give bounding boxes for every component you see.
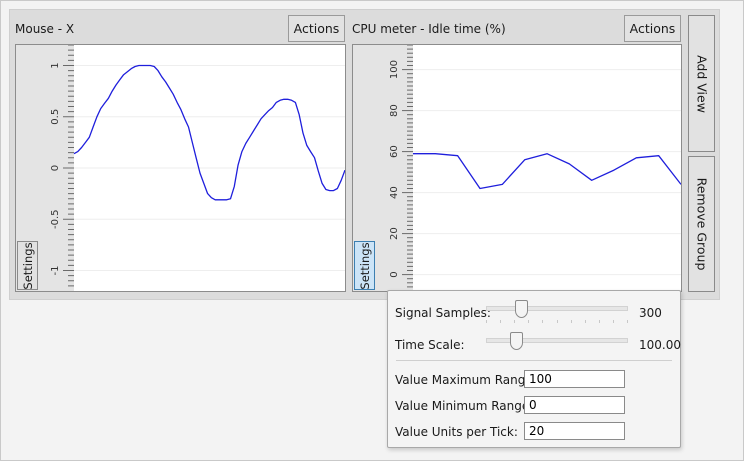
slider-thumb[interactable]: [515, 300, 528, 318]
signal-samples-value: 300: [639, 306, 662, 320]
axis-tick-label: 20: [389, 227, 400, 240]
min-range-label: Value Minimum Range:: [395, 399, 534, 413]
signal-line: [73, 64, 345, 201]
slider-tick: [542, 320, 543, 323]
min-range-field[interactable]: [524, 396, 625, 414]
time-scale-slider[interactable]: [486, 332, 628, 353]
time-scale-value: 100.00: [639, 338, 681, 352]
signal-line: [413, 153, 681, 190]
units-per-tick-label: Value Units per Tick:: [395, 425, 518, 439]
slider-tick: [528, 320, 529, 323]
axis-tick-label: 0.5: [50, 109, 61, 125]
popup-divider: [396, 360, 672, 361]
actions-button-view-1[interactable]: Actions: [288, 15, 345, 42]
axis-tick-label: 0: [50, 165, 61, 171]
axis-tick-label: 1: [50, 62, 61, 68]
settings-button-view-1[interactable]: Settings: [17, 241, 38, 290]
signal-samples-label: Signal Samples:: [395, 306, 491, 320]
view-group: Mouse - X Actions 1 0.5 0 -0.5 -1 Settings C…: [9, 9, 720, 300]
actions-button-view-2[interactable]: Actions: [624, 15, 681, 42]
slider-tick: [514, 320, 515, 323]
slider-thumb[interactable]: [510, 332, 523, 350]
max-range-field[interactable]: [524, 370, 625, 388]
add-view-button[interactable]: Add View: [688, 15, 715, 152]
slider-track: [486, 338, 628, 343]
signal-plot-mouse-x: 1 0.5 0 -0.5 -1: [16, 45, 345, 291]
slider-tick: [627, 320, 628, 323]
remove-group-label: Remove Group: [694, 177, 709, 271]
plot-area-view-1: 1 0.5 0 -0.5 -1 Settings: [15, 44, 346, 292]
units-per-tick-field[interactable]: [524, 422, 625, 440]
settings-button-view-2[interactable]: Settings: [354, 241, 375, 290]
settings-button-label: Settings: [20, 241, 35, 290]
axis-tick-label: -0.5: [50, 209, 61, 229]
axis-tick-label: 60: [389, 145, 400, 158]
axis-tick-label: -1: [50, 266, 61, 276]
settings-popup: Signal Samples: 300 Time Scale: 100.00 V…: [387, 290, 681, 448]
app-window: Mouse - X Actions 1 0.5 0 -0.5 -1 Settings C…: [0, 0, 744, 461]
slider-tick: [585, 320, 586, 323]
add-view-label: Add View: [694, 54, 709, 113]
slider-tick: [557, 320, 558, 323]
axis-tick-label: 80: [389, 104, 400, 117]
settings-button-label: Settings: [357, 241, 372, 290]
signal-plot-cpu-meter: 100 80 60 40 20 0: [353, 45, 681, 291]
time-scale-label: Time Scale:: [395, 338, 465, 352]
slider-track: [486, 306, 628, 311]
slider-tick: [500, 320, 501, 323]
slider-tick: [486, 320, 487, 323]
plot-area-view-2: 100 80 60 40 20 0 Settings: [352, 44, 682, 292]
slider-tick: [613, 320, 614, 323]
axis-tick-label: 40: [389, 186, 400, 199]
slider-tick: [599, 320, 600, 323]
remove-group-button[interactable]: Remove Group: [688, 156, 715, 292]
signal-samples-slider[interactable]: [486, 300, 628, 327]
slider-tick: [571, 320, 572, 323]
view-title-mouse-x: Mouse - X: [15, 22, 75, 36]
axis-tick-label: 0: [389, 271, 400, 277]
max-range-label: Value Maximum Range:: [395, 373, 537, 387]
axis-tick-label: 100: [389, 60, 400, 79]
view-title-cpu-meter: CPU meter - Idle time (%): [352, 22, 506, 36]
